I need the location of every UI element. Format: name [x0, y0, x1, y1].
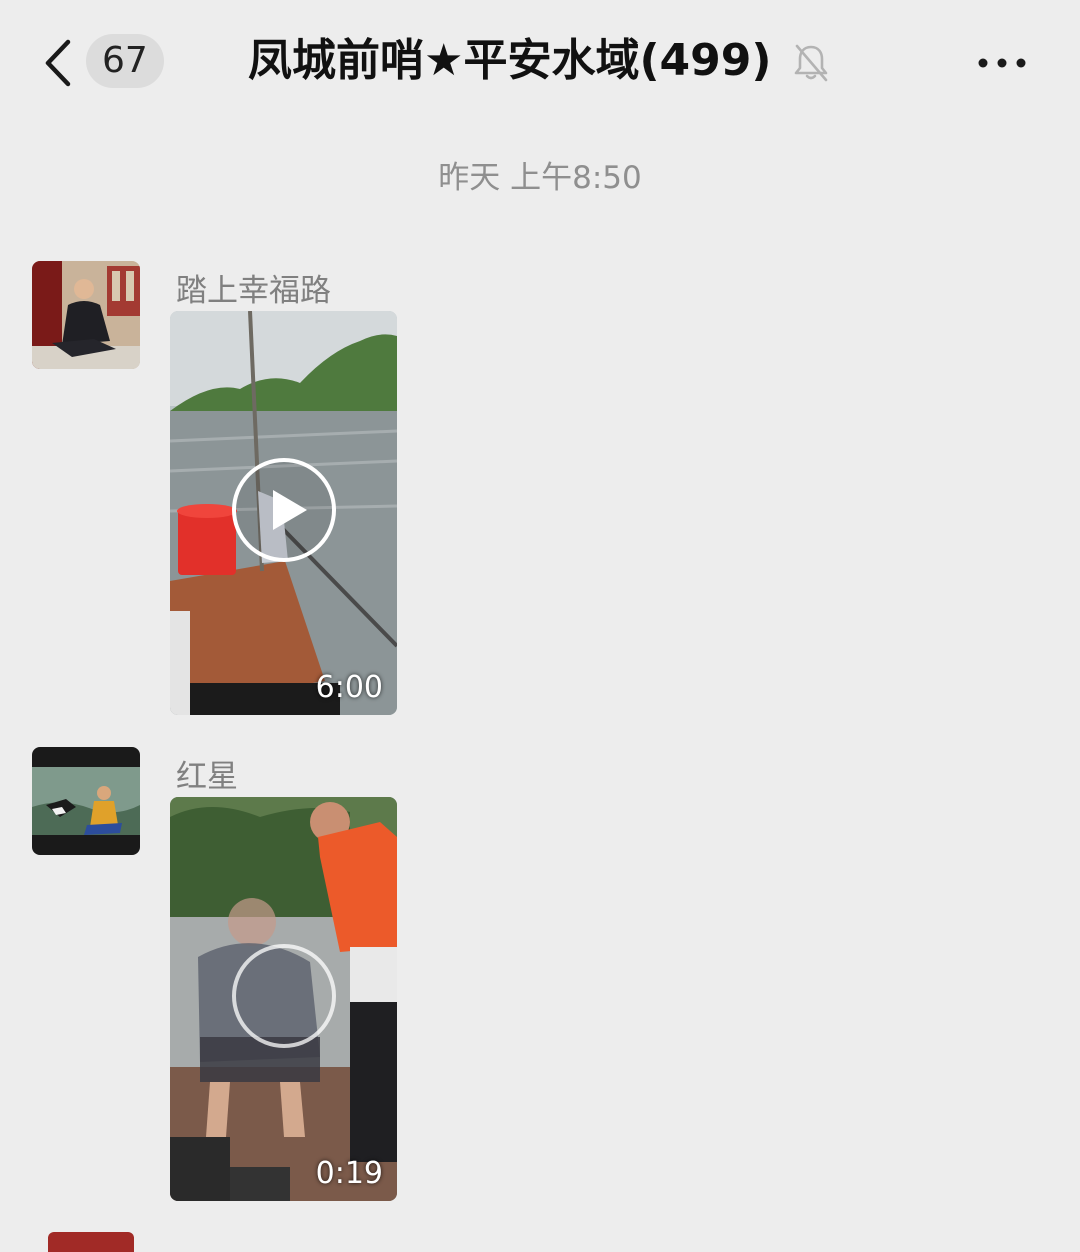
- ellipsis-icon: [978, 58, 1026, 68]
- play-icon: [232, 458, 336, 562]
- more-options-button[interactable]: [972, 44, 1032, 82]
- back-button[interactable]: [40, 38, 80, 88]
- bell-off-icon: [792, 42, 830, 82]
- avatar[interactable]: [32, 261, 140, 369]
- video-duration: 0:19: [315, 1156, 383, 1191]
- sender-name: 红星: [176, 759, 238, 795]
- avatar[interactable]: [48, 1232, 134, 1252]
- chat-title: 凤城前哨★平安水域(499): [248, 35, 772, 86]
- avatar[interactable]: [32, 747, 140, 855]
- video-message[interactable]: 6:00: [170, 311, 397, 715]
- play-icon: [232, 944, 336, 1048]
- video-duration: 6:00: [315, 670, 383, 705]
- unread-count-badge[interactable]: 67: [86, 34, 164, 88]
- video-message[interactable]: 0:19: [170, 797, 397, 1201]
- message-timestamp: 昨天 上午8:50: [438, 160, 642, 196]
- chat-header: 67 凤城前哨★平安水域(499): [0, 0, 1080, 125]
- sender-name: 踏上幸福路: [176, 273, 331, 309]
- chevron-left-icon: [45, 39, 71, 87]
